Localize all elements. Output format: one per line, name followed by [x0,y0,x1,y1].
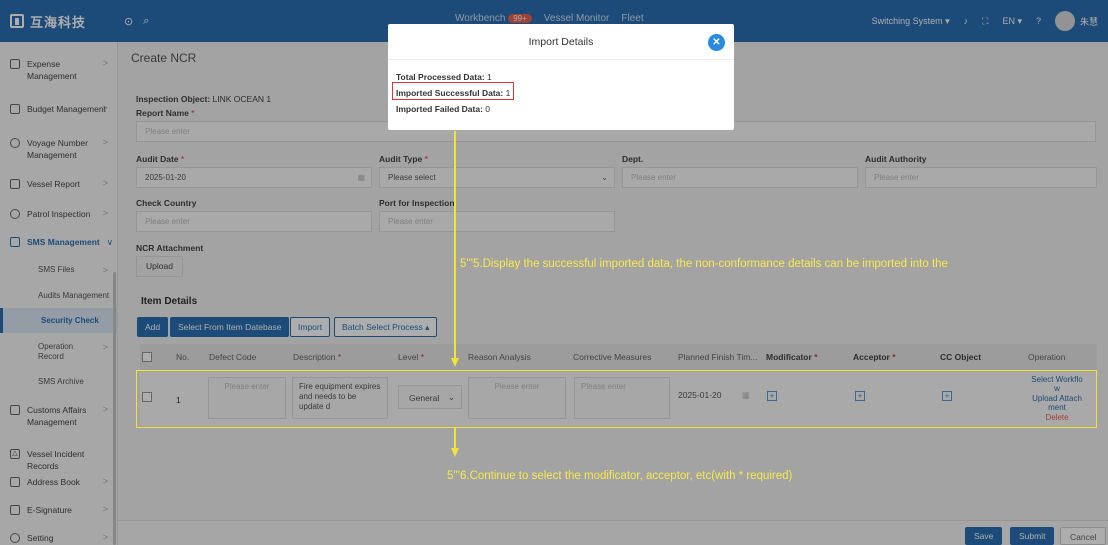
annotation-step5: 5'''5.Display the successful imported da… [460,258,948,270]
annotation-row-highlight [136,370,1097,428]
annotation-connector [454,131,456,361]
modal-divider [388,59,734,60]
success-highlight-box [392,82,514,100]
imported-failed-data: Imported Failed Data: 0 [396,104,491,114]
total-processed-data: Total Processed Data: 1 [396,72,492,82]
annotation-arrow [451,358,459,367]
import-details-modal: Import Details ✕ Total Processed Data: 1… [388,24,734,130]
annotation-connector-2 [454,428,456,450]
annotation-arrow-2 [451,448,459,457]
annotation-step6: 5'''6.Continue to select the modificator… [447,470,793,482]
modal-title: Import Details [528,36,594,48]
close-icon[interactable]: ✕ [708,34,725,51]
